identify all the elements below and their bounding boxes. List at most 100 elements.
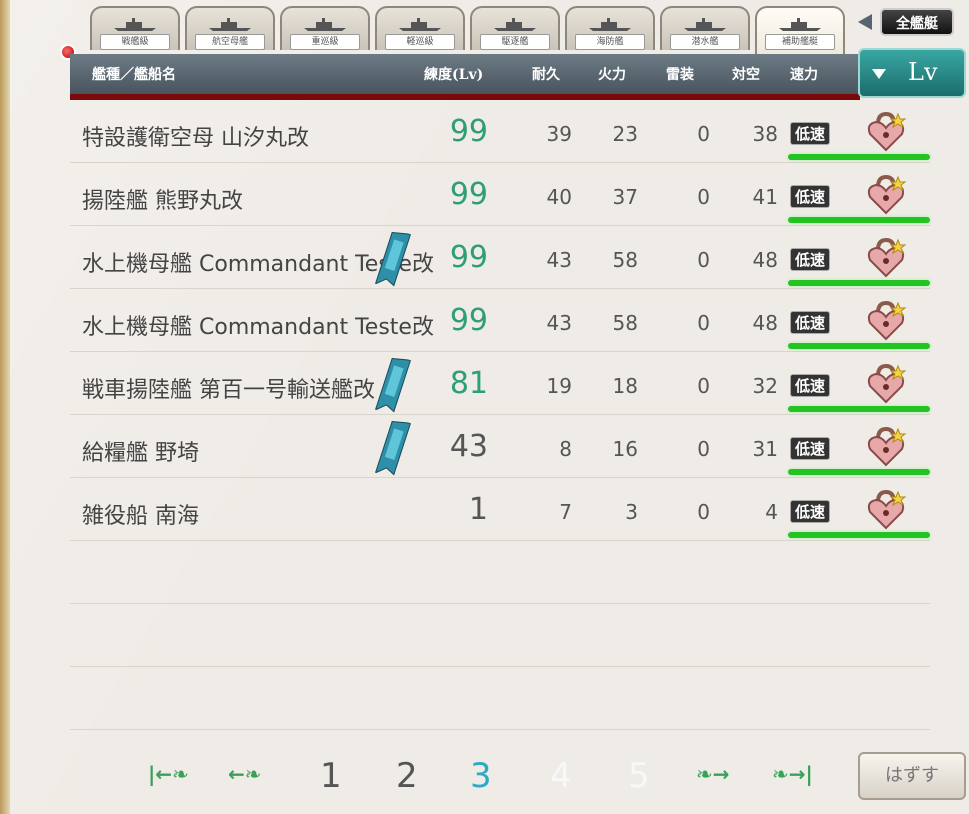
all-ships-label: 全艦艇 <box>880 8 954 36</box>
header-name: 艦種／艦船名 <box>92 67 176 83</box>
tab-label: 重巡級 <box>290 34 360 50</box>
hp-bar <box>788 532 930 538</box>
ship-silhouette-icon <box>399 18 441 31</box>
ship-torpedo: 0 <box>697 437 710 461</box>
ship-hp: 43 <box>546 248 572 272</box>
tab-ship-type[interactable]: 海防艦 <box>565 6 655 50</box>
sort-label: Lv <box>908 58 938 86</box>
ship-name: 水上機母艦 Commandant Teste改 <box>82 315 434 340</box>
tab-ship-type[interactable]: 軽巡級 <box>375 6 465 50</box>
ship-hp: 40 <box>546 185 572 209</box>
ship-silhouette-icon <box>684 18 726 31</box>
ship-hp: 19 <box>546 374 572 398</box>
hp-bar <box>788 154 930 160</box>
ship-antiair: 38 <box>752 122 778 146</box>
remove-button[interactable]: はずす <box>858 752 966 800</box>
event-tag-icon <box>374 357 412 413</box>
first-page-icon[interactable]: |←❧ <box>148 762 189 786</box>
ship-row[interactable]: 給糧艦 野埼 43 8 16 0 31 低速 <box>70 415 930 478</box>
page-3[interactable]: 3 <box>470 756 492 796</box>
ship-speed: 低速 <box>790 122 831 145</box>
empty-row <box>70 667 930 730</box>
ship-speed: 低速 <box>790 374 831 397</box>
page-1[interactable]: 1 <box>320 756 342 796</box>
ship-silhouette-icon <box>209 18 251 31</box>
header-speed: 速力 <box>790 67 818 83</box>
ship-firepower: 23 <box>612 122 638 146</box>
prev-page-icon[interactable]: ←❧ <box>228 762 262 786</box>
ship-level: 81 <box>449 366 488 401</box>
tab-label: 航空母艦 <box>195 34 265 50</box>
tab-ship-type[interactable]: 航空母艦 <box>185 6 275 50</box>
pagination: |←❧ ←❧ 1 2 3 4 5 ❧→ ❧→| <box>140 752 840 802</box>
heart-lock-icon[interactable] <box>864 299 908 343</box>
hp-bar <box>788 280 930 286</box>
empty-row <box>70 541 930 604</box>
heart-lock-icon[interactable] <box>864 488 908 532</box>
tab-ship-type[interactable]: 潜水艦 <box>660 6 750 50</box>
ship-row[interactable]: 雑役船 南海 1 7 3 0 4 低速 <box>70 478 930 541</box>
left-arrow-icon <box>858 14 872 30</box>
ship-silhouette-icon <box>494 18 536 31</box>
sort-button[interactable]: Lv <box>858 48 966 98</box>
ship-antiair: 4 <box>765 500 778 524</box>
ship-torpedo: 0 <box>697 185 710 209</box>
heart-lock-icon[interactable] <box>864 362 908 406</box>
ship-level: 43 <box>449 429 488 464</box>
tab-label: 戦艦級 <box>100 34 170 50</box>
ship-list: 特設護衛空母 山汐丸改 99 39 23 0 38 低速 揚陸艦 熊野丸改 99 40 37 0 41 低… <box>70 100 930 730</box>
ship-name: 給糧艦 野埼 <box>82 441 199 466</box>
ship-silhouette-icon <box>114 18 156 31</box>
tab-label: 駆逐艦 <box>480 34 550 50</box>
tab-ship-type[interactable]: 駆逐艦 <box>470 6 560 50</box>
ship-torpedo: 0 <box>697 248 710 272</box>
ship-row[interactable]: 水上機母艦 Commandant Teste改 99 43 58 0 48 低速 <box>70 226 930 289</box>
ship-speed: 低速 <box>790 185 831 208</box>
ship-torpedo: 0 <box>697 500 710 524</box>
tab-label: 補助艦艇 <box>765 34 835 50</box>
hp-bar <box>788 217 930 223</box>
tab-ship-type[interactable]: 補助艦艇 <box>755 6 845 54</box>
page-2[interactable]: 2 <box>396 756 418 796</box>
ship-torpedo: 0 <box>697 311 710 335</box>
heart-lock-icon[interactable] <box>864 173 908 217</box>
last-page-icon[interactable]: ❧→| <box>772 762 813 786</box>
ship-row[interactable]: 特設護衛空母 山汐丸改 99 39 23 0 38 低速 <box>70 100 930 163</box>
ship-level: 99 <box>449 303 488 338</box>
ship-hp: 7 <box>559 500 572 524</box>
ship-name: 特設護衛空母 山汐丸改 <box>82 126 309 151</box>
ship-firepower: 3 <box>625 500 638 524</box>
heart-lock-icon[interactable] <box>864 110 908 154</box>
header-fp: 火力 <box>598 67 626 83</box>
heart-lock-icon[interactable] <box>864 425 908 469</box>
list-header: 艦種／艦船名 練度(Lv) 耐久 火力 雷装 対空 速力 <box>70 54 860 100</box>
header-aa: 対空 <box>732 67 760 83</box>
ship-row[interactable]: 水上機母艦 Commandant Teste改 99 43 58 0 48 低速 <box>70 289 930 352</box>
ship-row[interactable]: 戦車揚陸艦 第百一号輸送艦改 81 19 18 0 32 低速 <box>70 352 930 415</box>
ship-firepower: 58 <box>612 248 638 272</box>
all-ships-button[interactable]: 全艦艇 <box>858 8 958 38</box>
heart-lock-icon[interactable] <box>864 236 908 280</box>
ship-antiair: 32 <box>752 374 778 398</box>
tab-ship-type[interactable]: 戦艦級 <box>90 6 180 50</box>
header-lv: 練度(Lv) <box>424 67 484 83</box>
ship-firepower: 58 <box>612 311 638 335</box>
ship-level: 99 <box>449 240 488 275</box>
tab-ship-type[interactable]: 重巡級 <box>280 6 370 50</box>
ship-name: 戦車揚陸艦 第百一号輸送艦改 <box>82 378 375 403</box>
ship-firepower: 16 <box>612 437 638 461</box>
ship-row[interactable]: 揚陸艦 熊野丸改 99 40 37 0 41 低速 <box>70 163 930 226</box>
ship-speed: 低速 <box>790 437 831 460</box>
ship-name: 揚陸艦 熊野丸改 <box>82 189 243 214</box>
ship-speed: 低速 <box>790 311 831 334</box>
next-page-icon[interactable]: ❧→ <box>696 762 730 786</box>
ship-hp: 8 <box>559 437 572 461</box>
hp-bar <box>788 406 930 412</box>
ship-silhouette-icon <box>304 18 346 31</box>
frame-border <box>0 0 10 814</box>
hp-bar <box>788 469 930 475</box>
header-tp: 雷装 <box>666 67 694 83</box>
event-tag-icon <box>374 420 412 476</box>
ship-speed: 低速 <box>790 500 831 523</box>
tab-label: 海防艦 <box>575 34 645 50</box>
